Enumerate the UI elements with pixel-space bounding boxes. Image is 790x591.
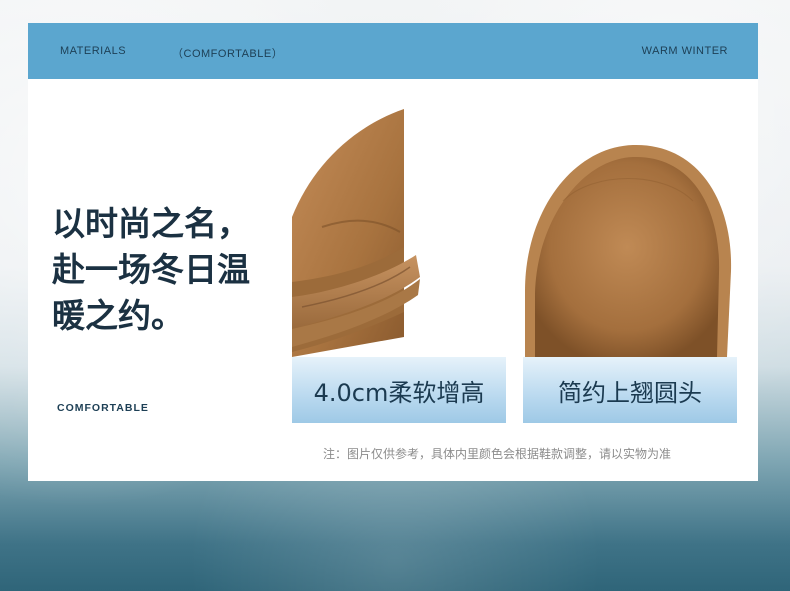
- header-comfortable: （COMFORTABLE）: [172, 48, 284, 60]
- header-bar: MATERIALS （COMFORTABLE） WARM WINTER: [28, 23, 758, 79]
- headline-line-3: 暖之约。: [52, 296, 184, 335]
- headline-line-1: 以时尚之名，: [52, 204, 250, 243]
- disclaimer-note: 注：图片仅供参考，具体内里颜色会根据鞋款调整，请以实物为准: [323, 447, 672, 461]
- feature-height: 4.0cm柔软增高: [292, 357, 506, 423]
- header-materials: MATERIALS: [60, 45, 127, 57]
- headline-line-2: 赴一场冬日温: [52, 250, 250, 289]
- boot-heel-illustration: [292, 109, 420, 357]
- boot-toe-photo: [523, 141, 737, 357]
- headline: 以时尚之名， 赴一场冬日温 暖之约。: [52, 201, 302, 339]
- boot-toe-illustration: [525, 144, 732, 357]
- boot-heel-photo: [292, 107, 506, 357]
- content-card: 以时尚之名， 赴一场冬日温 暖之约。 COMFORTABLE 4.0cm柔软增高…: [28, 79, 758, 481]
- header-warm-winter: WARM WINTER: [641, 45, 728, 57]
- feature-round-toe-label: 简约上翘圆头: [558, 378, 702, 407]
- feature-round-toe: 简约上翘圆头: [523, 357, 737, 423]
- tagline-comfortable: COMFORTABLE: [57, 402, 149, 414]
- feature-height-label: 4.0cm柔软增高: [313, 378, 485, 407]
